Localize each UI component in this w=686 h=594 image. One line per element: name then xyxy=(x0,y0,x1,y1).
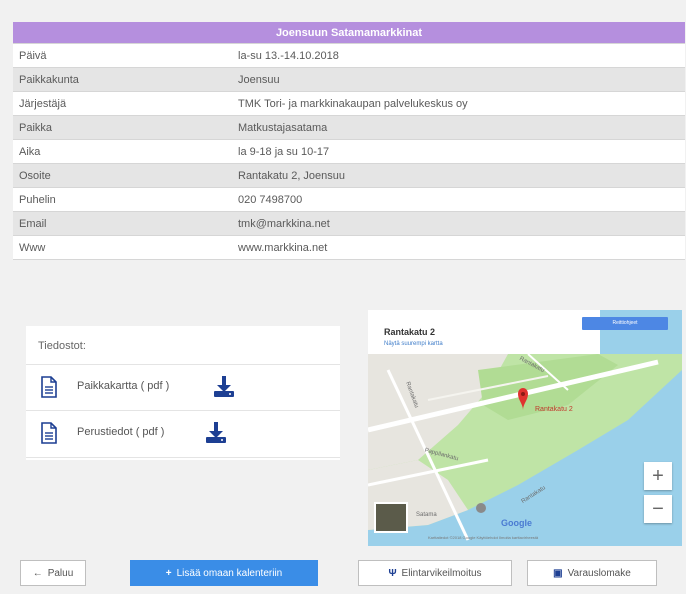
download-icon[interactable] xyxy=(214,376,234,398)
map-place-title: Rantakatu 2 xyxy=(384,327,436,337)
form-icon: ▣ xyxy=(553,568,563,579)
button-bar: ← Paluu + Lisää omaan kalenteriin Ψ Elintar… xyxy=(0,554,686,594)
email-link[interactable]: tmk@markkina.net xyxy=(230,211,685,236)
food-notification-label: Elintarvikeilmoitus xyxy=(401,568,482,579)
row-label: Päivä xyxy=(13,43,230,68)
zoom-in-button[interactable]: + xyxy=(644,462,672,490)
directions-button[interactable]: Reittiohjeet xyxy=(582,317,668,330)
row-value: la-su 13.-14.10.2018 xyxy=(230,43,685,68)
booking-form-button[interactable]: ▣ Varauslomake xyxy=(527,560,657,586)
files-panel: Tiedostot: Paikkakartta ( pdf ) Perustie… xyxy=(26,326,340,460)
table-row: Paikkakunta Joensuu xyxy=(13,67,685,92)
harbour-label: Satama xyxy=(416,512,437,518)
larger-map-link[interactable]: Näytä suurempi kartta xyxy=(384,341,443,347)
table-row: Aika la 9-18 ja su 10-17 xyxy=(13,139,685,164)
table-row: Paikka Matkustajasatama xyxy=(13,115,685,140)
streetview-thumbnail[interactable] xyxy=(374,502,408,533)
document-icon xyxy=(41,422,57,444)
event-info-table: Joensuun Satamamarkkinat Päivä la-su 13.… xyxy=(13,22,685,260)
map-pin-label: Rantakatu 2 xyxy=(535,406,573,413)
phone-link[interactable]: 020 7498700 xyxy=(230,187,685,212)
file-item[interactable]: Paikkakartta ( pdf ) xyxy=(26,364,340,411)
back-button[interactable]: ← Paluu xyxy=(20,560,86,586)
table-row: Osoite Rantakatu 2, Joensuu xyxy=(13,163,685,188)
row-value: la 9-18 ja su 10-17 xyxy=(230,139,685,164)
back-button-label: Paluu xyxy=(47,568,74,579)
map-place-card: Rantakatu 2 Näytä suurempi kartta xyxy=(368,310,600,354)
row-value: Matkustajasatama xyxy=(230,115,685,140)
row-label: Osoite xyxy=(13,163,230,188)
google-logo: Google xyxy=(501,518,532,528)
row-value: Joensuu xyxy=(230,67,685,92)
food-notification-button[interactable]: Ψ Elintarvikeilmoitus xyxy=(358,560,512,586)
event-page: Joensuun Satamamarkkinat Päivä la-su 13.… xyxy=(0,0,686,594)
table-row: Päivä la-su 13.-14.10.2018 xyxy=(13,43,685,68)
row-label: Www xyxy=(13,235,230,260)
row-label: Email xyxy=(13,211,230,236)
file-item[interactable]: Perustiedot ( pdf ) xyxy=(26,410,340,458)
row-label: Järjestäjä xyxy=(13,91,230,116)
row-label: Paikkakunta xyxy=(13,67,230,92)
table-row: Järjestäjä TMK Tori- ja markkinakaupan p… xyxy=(13,91,685,116)
map-attribution-footer: Karttatiedot ©2018 Google Käyttöehdot Il… xyxy=(428,535,539,540)
row-label: Paikka xyxy=(13,115,230,140)
event-title: Joensuun Satamamarkkinat xyxy=(13,22,685,44)
row-value: TMK Tori- ja markkinakaupan palvelukesku… xyxy=(230,91,685,116)
row-value: Rantakatu 2, Joensuu xyxy=(230,163,685,188)
row-label: Aika xyxy=(13,139,230,164)
arrow-left-icon: ← xyxy=(32,568,43,579)
document-icon xyxy=(41,376,57,398)
zoom-out-button[interactable]: − xyxy=(644,495,672,523)
table-row: Email tmk@markkina.net xyxy=(13,211,685,236)
plus-icon: + xyxy=(165,568,172,579)
table-row: Puhelin 020 7498700 xyxy=(13,187,685,212)
files-title: Tiedostot: xyxy=(38,340,86,352)
location-map[interactable]: Rantakatu 2 Näytä suurempi kartta Reitti… xyxy=(368,310,682,546)
website-link[interactable]: www.markkina.net xyxy=(230,235,685,260)
file-link-perustiedot[interactable]: Perustiedot ( pdf ) xyxy=(77,426,164,438)
row-label: Puhelin xyxy=(13,187,230,212)
add-to-calendar-label: Lisää omaan kalenteriin xyxy=(176,568,283,579)
booking-form-label: Varauslomake xyxy=(567,568,631,579)
add-to-calendar-button[interactable]: + Lisää omaan kalenteriin xyxy=(130,560,318,586)
cutlery-icon: Ψ xyxy=(388,568,397,579)
file-link-paikkakartta[interactable]: Paikkakartta ( pdf ) xyxy=(77,380,169,392)
download-icon[interactable] xyxy=(206,422,226,444)
table-row: Www www.markkina.net xyxy=(13,235,685,260)
